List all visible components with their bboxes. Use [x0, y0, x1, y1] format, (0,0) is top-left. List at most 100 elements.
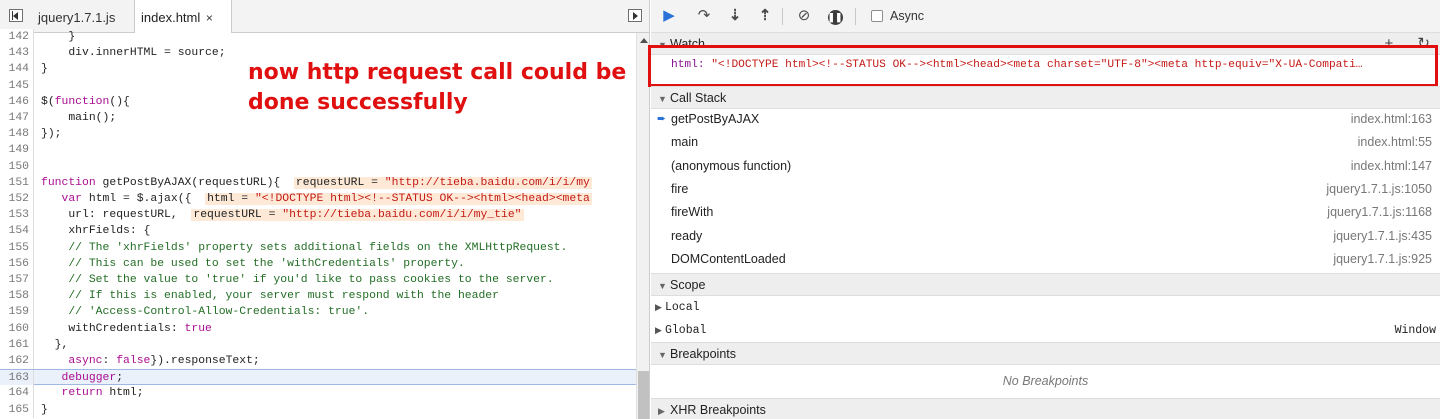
code-line[interactable]: 158 // If this is enabled, your server m…: [0, 288, 636, 305]
code-line[interactable]: 153 url: requestURL, requestURL = "http:…: [0, 207, 636, 224]
watch-expression-name: html:: [671, 59, 705, 71]
call-frame[interactable]: fire jquery1.7.1.js:1050: [651, 178, 1440, 201]
line-number[interactable]: 165: [0, 401, 34, 418]
scrollbar-thumb[interactable]: [638, 371, 649, 419]
code-line[interactable]: 150: [0, 158, 636, 175]
call-frame-name: ready: [671, 228, 703, 243]
code-line[interactable]: 155 // The 'xhrFields' property sets add…: [0, 239, 636, 256]
code-line[interactable]: 164 return html;: [0, 385, 636, 402]
code-line-current[interactable]: 163 debugger;: [0, 369, 636, 387]
call-frame-location[interactable]: index.html:163: [1351, 108, 1432, 131]
code-text: // The 'xhrFields' property sets additio…: [68, 241, 568, 254]
collapsed-triangle-icon: ▶: [658, 406, 665, 416]
line-number[interactable]: 142: [0, 29, 34, 46]
add-watch-icon[interactable]: +: [1384, 35, 1393, 52]
line-number[interactable]: 154: [0, 223, 34, 240]
line-number[interactable]: 152: [0, 191, 34, 208]
resume-button[interactable]: ▶: [659, 6, 679, 26]
code-text: var html = $.ajax({ html = "<!DOCTYPE ht…: [61, 193, 592, 205]
line-number[interactable]: 149: [0, 142, 34, 159]
call-frame-location[interactable]: jquery1.7.1.js:435: [1333, 225, 1432, 248]
line-number[interactable]: 156: [0, 255, 34, 272]
line-number[interactable]: 157: [0, 272, 34, 289]
code-line[interactable]: 149: [0, 142, 636, 159]
code-line[interactable]: 154 xhrFields: {: [0, 223, 636, 240]
call-frame[interactable]: main index.html:55: [651, 131, 1440, 154]
scope-local[interactable]: ▶ Local: [651, 296, 1440, 319]
step-into-button[interactable]: ⇣: [725, 6, 745, 26]
line-number[interactable]: 164: [0, 385, 34, 402]
code-line[interactable]: 151 function getPostByAJAX(requestURL){ r…: [0, 174, 636, 191]
scope-global[interactable]: ▶ Global Window: [651, 319, 1440, 342]
line-number[interactable]: 163: [0, 370, 34, 387]
debugger-toolbar: ▶ ↷ ⇣ ⇡ ⊘ ❚❚ Async: [651, 0, 1440, 33]
scroll-up-arrow-icon[interactable]: [640, 38, 648, 43]
pause-on-exceptions-button[interactable]: ❚❚: [825, 6, 845, 26]
async-checkbox[interactable]: [871, 10, 883, 22]
line-number[interactable]: 144: [0, 61, 34, 78]
call-frame-location[interactable]: index.html:147: [1351, 155, 1432, 178]
line-number[interactable]: 158: [0, 288, 34, 305]
code-line[interactable]: 159 // 'Access-Control-Allow-Credentials…: [0, 304, 636, 321]
code-text: return html;: [61, 387, 144, 400]
code-line[interactable]: 162 async: false}).responseText;: [0, 353, 636, 370]
call-frame[interactable]: ➨ getPostByAJAX index.html:163: [651, 108, 1440, 131]
line-number[interactable]: 146: [0, 93, 34, 110]
scope-global-value: Window: [1394, 324, 1436, 337]
code-text: url: requestURL, requestURL = "http://ti…: [41, 209, 524, 222]
line-number[interactable]: 150: [0, 158, 34, 175]
line-number[interactable]: 155: [0, 239, 34, 256]
step-out-button[interactable]: ⇡: [755, 6, 775, 26]
code-line[interactable]: 161 },: [0, 336, 636, 353]
call-stack-section-header[interactable]: ▼ Call Stack: [651, 86, 1440, 109]
call-frame[interactable]: (anonymous function) index.html:147: [651, 155, 1440, 178]
code-text: // If this is enabled, your server must …: [68, 290, 499, 303]
line-number[interactable]: 143: [0, 45, 34, 62]
breakpoints-section-header[interactable]: ▼ Breakpoints: [651, 342, 1440, 365]
line-number[interactable]: 145: [0, 77, 34, 94]
code-line[interactable]: 148});: [0, 126, 636, 143]
watch-section-header[interactable]: ▼ Watch + ↻: [651, 32, 1440, 55]
debugger-sidebar: ▶ ↷ ⇣ ⇡ ⊘ ❚❚ Async ▼ Watch + ↻ html: "<!D…: [648, 0, 1440, 419]
code-text: $(function(){: [41, 95, 130, 108]
code-line[interactable]: 152 var html = $.ajax({ html = "<!DOCTYP…: [0, 191, 636, 208]
call-frame[interactable]: fireWith jquery1.7.1.js:1168: [651, 201, 1440, 224]
annotation-line-2: done successfully: [248, 90, 468, 115]
deactivate-breakpoints-button[interactable]: ⊘: [794, 6, 814, 26]
step-over-button[interactable]: ↷: [694, 6, 714, 26]
code-line[interactable]: 156 // This can be used to set the 'with…: [0, 255, 636, 272]
code-line[interactable]: 157 // Set the value to 'true' if you'd …: [0, 272, 636, 289]
call-frame-name: getPostByAJAX: [671, 112, 760, 126]
scope-title: Scope: [670, 278, 706, 292]
line-number[interactable]: 160: [0, 320, 34, 337]
call-frame-location[interactable]: index.html:55: [1358, 131, 1432, 154]
toggle-debugger-sidebar-icon[interactable]: [628, 9, 642, 22]
tab-index-label: index.html: [141, 10, 201, 25]
call-frame-location[interactable]: jquery1.7.1.js:925: [1333, 248, 1432, 271]
code-line[interactable]: 165}: [0, 401, 636, 418]
watch-title: Watch: [670, 37, 705, 51]
call-frame-location[interactable]: jquery1.7.1.js:1168: [1327, 201, 1432, 224]
line-number[interactable]: 162: [0, 353, 34, 370]
call-frame[interactable]: DOMContentLoaded jquery1.7.1.js:925: [651, 248, 1440, 271]
line-number[interactable]: 159: [0, 304, 34, 321]
scope-local-label: Local: [665, 301, 700, 314]
close-tab-icon[interactable]: ×: [206, 11, 213, 25]
code-line[interactable]: 160 withCredentials: true: [0, 320, 636, 337]
expand-triangle-icon: ▼: [658, 350, 667, 360]
code-text: div.innerHTML = source;: [41, 47, 226, 60]
code-line[interactable]: 142 }: [0, 29, 636, 46]
scope-section-header[interactable]: ▼ Scope: [651, 273, 1440, 296]
toggle-navigator-icon[interactable]: [9, 9, 23, 22]
line-number[interactable]: 161: [0, 336, 34, 353]
call-frame-location[interactable]: jquery1.7.1.js:1050: [1326, 178, 1432, 201]
line-number[interactable]: 151: [0, 174, 34, 191]
xhr-breakpoints-section-header[interactable]: ▶ XHR Breakpoints: [651, 398, 1440, 419]
line-number[interactable]: 147: [0, 110, 34, 127]
line-number[interactable]: 153: [0, 207, 34, 224]
code-text: // 'Access-Control-Allow-Credentials: tr…: [68, 306, 370, 319]
watch-expression[interactable]: html: "<!DOCTYPE html><!--STATUS OK--><h…: [651, 56, 1440, 75]
call-frame[interactable]: ready jquery1.7.1.js:435: [651, 225, 1440, 248]
refresh-watch-icon[interactable]: ↻: [1417, 35, 1430, 52]
line-number[interactable]: 148: [0, 126, 34, 143]
